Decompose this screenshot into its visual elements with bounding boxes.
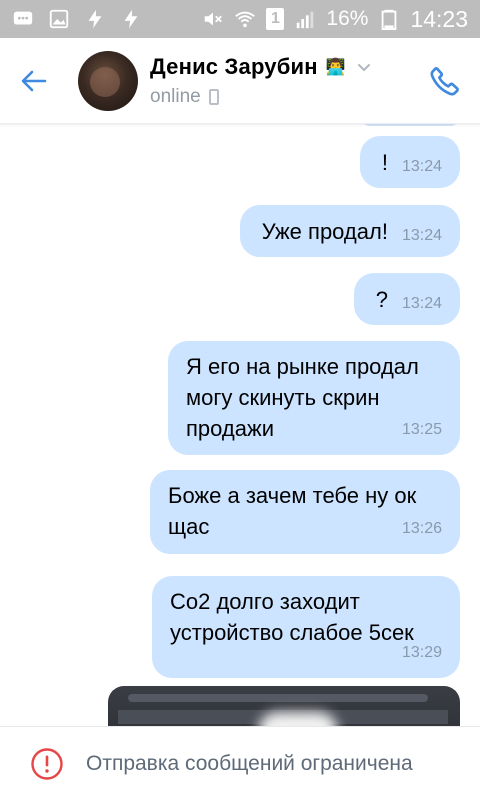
photo-content — [128, 694, 428, 702]
message-time: 13:24 — [401, 157, 442, 175]
message-time: 13:26 — [401, 520, 442, 537]
warning-icon — [31, 747, 63, 780]
message-text: Уже продал! — [261, 218, 388, 244]
message-text: Со2 долго заходит — [170, 589, 360, 614]
back-button[interactable] — [0, 38, 68, 124]
phone-icon — [430, 66, 459, 95]
name-emoji: 👨‍💻 — [325, 58, 346, 76]
message-bubble[interactable]: ? 13:24 — [353, 273, 460, 325]
message-list[interactable]: ! 13:24 Уже продал! 13:24 ? 13:24 Я его … — [0, 124, 480, 726]
message-time: 13:29 — [401, 644, 442, 661]
chat-header: Денис Зарубин 👨‍💻 online — [0, 38, 480, 124]
photo-attachment[interactable] — [108, 686, 460, 726]
contact-info[interactable]: Денис Зарубин 👨‍💻 online — [150, 54, 372, 108]
message-icon — [12, 8, 34, 30]
messaging-restricted-bar: Отправка сообщений ограничена — [0, 726, 480, 800]
restriction-notice: Отправка сообщений ограничена — [86, 751, 413, 775]
signal-icon — [294, 8, 316, 30]
message-text: могу скинуть скрин — [186, 385, 380, 410]
mobile-icon — [208, 88, 219, 105]
message-bubble[interactable]: Со2 долго заходит устройство слабое 5сек… — [152, 576, 460, 678]
battery-icon — [378, 8, 400, 30]
avatar[interactable] — [78, 50, 138, 111]
message-bubble — [360, 124, 460, 126]
wifi-icon — [234, 8, 256, 30]
contact-name: Денис Зарубин — [150, 53, 318, 79]
message-bubble[interactable]: ! 13:24 — [359, 136, 460, 188]
message-time: 13:24 — [401, 226, 442, 244]
call-button[interactable] — [410, 38, 480, 124]
online-status: online — [150, 85, 201, 107]
message-time: 13:24 — [401, 294, 442, 312]
message-text: щас — [168, 514, 210, 539]
message-bubble[interactable]: Я его на рынке продал могу скинуть скрин… — [168, 341, 460, 455]
photo-content — [258, 712, 338, 726]
image-icon — [48, 8, 70, 30]
arrow-left-icon — [21, 70, 47, 91]
flash-icon — [84, 8, 106, 30]
flash-icon — [120, 8, 142, 30]
message-time: 13:25 — [401, 421, 442, 438]
clock: 14:23 — [410, 5, 468, 32]
chevron-down-icon — [357, 63, 370, 71]
message-bubble[interactable]: Уже продал! 13:24 — [239, 205, 460, 257]
message-text: ! — [381, 149, 388, 175]
message-text: Боже а зачем тебе ну ок — [168, 483, 417, 508]
mute-icon — [202, 8, 224, 30]
status-bar: 1 16% 14:23 — [0, 0, 480, 38]
message-text: Я его на рынке продал — [186, 354, 419, 379]
sim-icon: 1 — [266, 8, 285, 30]
message-text: ? — [375, 286, 388, 312]
message-bubble[interactable]: Боже а зачем тебе ну ок щас 13:26 — [150, 470, 460, 554]
battery-percent: 16% — [326, 7, 369, 30]
